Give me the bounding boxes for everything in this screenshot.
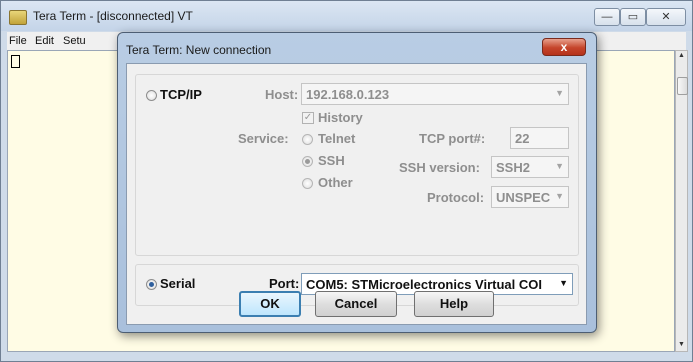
- menu-edit[interactable]: Edit: [35, 35, 54, 47]
- tcp-port-label: TCP port#:: [419, 131, 486, 146]
- host-label: Host:: [265, 87, 299, 102]
- scroll-thumb[interactable]: [677, 77, 688, 95]
- host-combobox[interactable]: 192.168.0.123 ▼: [301, 83, 569, 105]
- ssh-radio[interactable]: [302, 156, 313, 167]
- menu-file[interactable]: File: [9, 35, 27, 47]
- title-bar[interactable]: Tera Term - [disconnected] VT — ▭ ✕: [1, 1, 692, 31]
- scroll-down-arrow-icon[interactable]: ▼: [676, 341, 687, 348]
- ssh-label: SSH: [318, 153, 345, 168]
- other-radio[interactable]: [302, 178, 313, 189]
- window-title: Tera Term - [disconnected] VT: [33, 9, 193, 23]
- minimize-button[interactable]: —: [594, 8, 620, 26]
- protocol-label: Protocol:: [427, 190, 485, 205]
- tcpip-group: TCP/IP Host: 192.168.0.123 ▼ ✓ History S…: [135, 74, 579, 256]
- chevron-down-icon[interactable]: ▼: [555, 161, 564, 171]
- serial-radio[interactable]: [146, 279, 157, 290]
- ssh-version-value: SSH2: [496, 160, 530, 175]
- protocol-select[interactable]: UNSPEC ▼: [491, 186, 569, 208]
- close-button[interactable]: ✕: [646, 8, 686, 26]
- port-value: COM5: STMicroelectronics Virtual COI: [306, 277, 542, 292]
- telnet-radio[interactable]: [302, 134, 313, 145]
- ssh-version-label: SSH version:: [399, 160, 480, 175]
- scroll-up-arrow-icon[interactable]: ▲: [676, 52, 687, 59]
- tcp-port-input[interactable]: 22: [510, 127, 569, 149]
- chevron-down-icon[interactable]: ▼: [555, 88, 564, 98]
- telnet-label: Telnet: [318, 131, 356, 146]
- dialog-body: TCP/IP Host: 192.168.0.123 ▼ ✓ History S…: [126, 63, 587, 325]
- chevron-down-icon[interactable]: ▼: [559, 278, 568, 288]
- tcpip-label: TCP/IP: [160, 87, 202, 102]
- restore-button[interactable]: ▭: [620, 8, 646, 26]
- dialog-close-button[interactable]: x: [542, 38, 586, 56]
- help-button[interactable]: Help: [414, 291, 494, 317]
- cancel-button[interactable]: Cancel: [315, 291, 397, 317]
- ok-button[interactable]: OK: [239, 291, 301, 317]
- serial-label: Serial: [160, 276, 196, 291]
- tcpip-radio[interactable]: [146, 90, 157, 101]
- chevron-down-icon[interactable]: ▼: [555, 191, 564, 201]
- tera-term-icon: [9, 10, 27, 25]
- protocol-value: UNSPEC: [496, 190, 551, 205]
- terminal-cursor: [11, 55, 20, 68]
- menu-setup[interactable]: Setu: [63, 35, 86, 47]
- service-label: Service:: [238, 131, 289, 146]
- history-checkbox[interactable]: ✓: [302, 112, 314, 124]
- other-label: Other: [318, 175, 353, 190]
- ssh-version-select[interactable]: SSH2 ▼: [491, 156, 569, 178]
- new-connection-dialog: Tera Term: New connection x TCP/IP Host:…: [117, 32, 597, 333]
- host-value: 192.168.0.123: [306, 87, 390, 102]
- port-label: Port:: [269, 276, 300, 291]
- vertical-scrollbar[interactable]: ▲ ▼: [675, 50, 688, 352]
- dialog-title: Tera Term: New connection: [126, 43, 272, 57]
- history-label: History: [318, 110, 363, 125]
